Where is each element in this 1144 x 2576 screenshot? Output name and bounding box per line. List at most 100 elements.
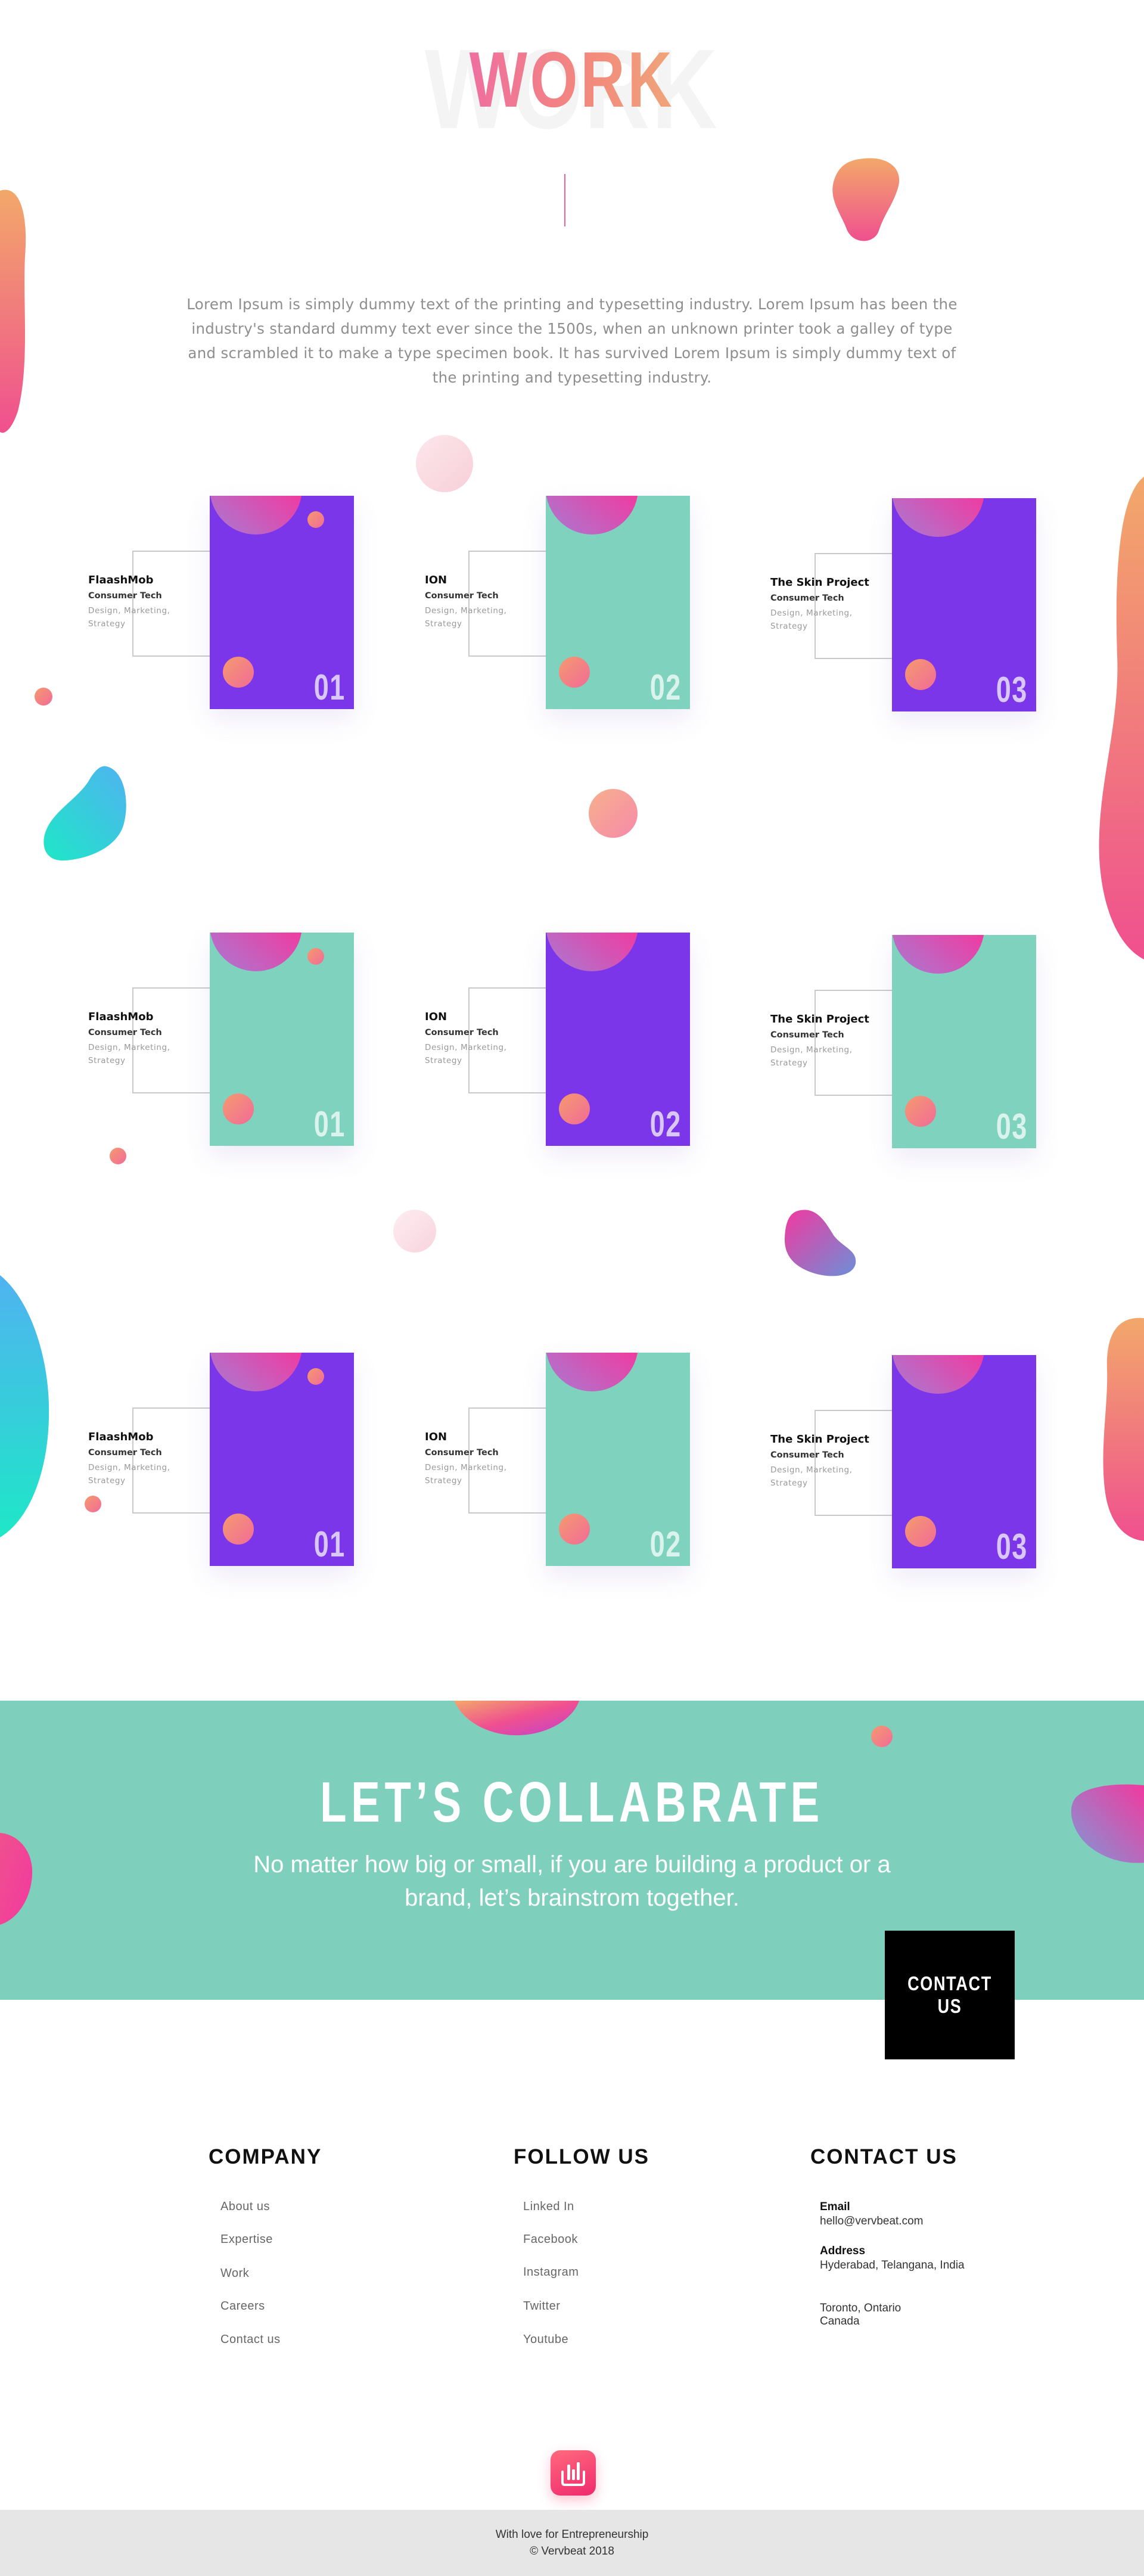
project-card[interactable]: 01 [210,496,354,709]
footer-link-instagram[interactable]: Instagram [523,2266,579,2279]
card-dot [223,657,254,688]
card-arc-shape [546,1353,638,1391]
circle-small-left-2 [110,1148,126,1164]
card-dot [905,1516,936,1547]
project-category: Consumer Tech [425,1028,499,1037]
project-name: FlaashMob [88,1431,154,1443]
footer-tagline: With love for Entrepreneurship [495,2528,649,2541]
footer-copyright: © Vervbeat 2018 [530,2545,614,2558]
card-arc-shape [892,498,984,537]
card-arc-shape [892,935,984,974]
project-number: 02 [649,667,682,707]
project-name: ION [425,1431,447,1443]
footer-contact-heading: CONTACT US [810,2145,958,2168]
blob-right-lower [1103,1317,1144,1541]
project-number: 03 [996,1527,1028,1567]
footer-link-work[interactable]: Work [220,2267,249,2280]
circle-peach-mid [589,789,638,838]
project-card[interactable]: 02 [546,933,690,1146]
blob-left-top [0,189,26,433]
collaborate-heading: LET’S COLLABRATE [320,1770,824,1834]
project-connector [132,987,210,1093]
contact-us-button[interactable]: CONTACT US [885,1931,1015,2059]
blob-collab-top [454,1701,579,1736]
project-category: Consumer Tech [88,1448,162,1458]
footer-link-expertise[interactable]: Expertise [220,2233,273,2246]
project-name: The Skin Project [770,1433,869,1446]
project-number: 02 [649,1524,682,1564]
card-dot [559,1093,590,1124]
project-services: Design, Marketing, Strategy [88,1043,170,1065]
blob-right-large [1099,477,1144,959]
card-dot [223,1514,254,1545]
circle-pink-light-1 [416,435,473,492]
footer-link-linkedin[interactable]: Linked In [523,2200,574,2214]
project-name: ION [425,574,447,586]
blob-orange-top [832,158,900,241]
project-category: Consumer Tech [425,591,499,601]
address-toronto: Toronto, Ontario Canada [820,2302,901,2328]
card-arc-shape [210,933,302,971]
footer-link-contact[interactable]: Contact us [220,2333,281,2347]
project-name: FlaashMob [88,574,154,586]
card-arc-shape [210,496,302,535]
project-connector [132,1407,210,1514]
footer-link-careers[interactable]: Careers [220,2300,265,2313]
project-card[interactable]: 02 [546,496,690,709]
project-name: ION [425,1011,447,1023]
project-services: Design, Marketing, Strategy [770,1465,853,1488]
project-number: 01 [313,667,346,707]
card-dot [905,659,936,690]
project-card[interactable]: 01 [210,933,354,1146]
project-services: Design, Marketing, Strategy [770,1045,853,1068]
footer-link-twitter[interactable]: Twitter [523,2300,560,2313]
card-arc-shape [546,933,638,971]
card-dot [223,1093,254,1124]
email-link[interactable]: hello@vervbeat.com [820,2215,923,2228]
project-number: 03 [996,670,1028,710]
project-number: 01 [313,1104,346,1144]
circle-pink-light-2 [393,1210,436,1253]
card-arc-shape [210,1353,302,1391]
card-small-dot [307,1368,324,1385]
blob-collab-left [0,1833,33,1925]
card-small-dot [307,511,324,528]
project-category: Consumer Tech [770,593,844,603]
footer-link-about[interactable]: About us [220,2200,270,2214]
project-connector [468,551,546,657]
project-services: Design, Marketing, Strategy [88,606,170,629]
email-label: Email [820,2201,850,2213]
vervbeat-logo-icon[interactable] [551,2450,596,2496]
project-card[interactable]: 03 [892,935,1036,1148]
logo-bars-icon [561,2462,585,2486]
contact-us-label: CONTACT US [907,1972,992,2017]
card-dot [559,1514,590,1545]
circle-small-left-3 [85,1496,101,1512]
address-hyderabad: Hyderabad, Telangana, India [820,2259,965,2272]
project-name: The Skin Project [770,576,869,589]
project-connector [815,1410,892,1516]
project-connector [132,551,210,657]
project-card[interactable]: 02 [546,1353,690,1566]
project-services: Design, Marketing, Strategy [425,1463,507,1486]
project-card[interactable]: 03 [892,1355,1036,1568]
intro-text: Lorem Ipsum is simply dummy text of the … [186,296,958,386]
project-connector [468,987,546,1093]
card-small-dot [307,948,324,965]
bottom-bar [0,2510,1144,2576]
project-card[interactable]: 03 [892,498,1036,711]
project-name: The Skin Project [770,1013,869,1026]
footer-link-facebook[interactable]: Facebook [523,2233,578,2246]
project-category: Consumer Tech [425,1448,499,1458]
project-connector [815,553,892,659]
project-card[interactable]: 01 [210,1353,354,1566]
project-category: Consumer Tech [88,591,162,601]
project-services: Design, Marketing, Strategy [425,1043,507,1065]
circle-small-left [35,688,52,706]
project-connector [468,1407,546,1514]
project-name: FlaashMob [88,1011,154,1023]
blob-pink-blue-mid [784,1210,856,1276]
project-number: 02 [649,1104,682,1144]
footer-link-youtube[interactable]: Youtube [523,2333,568,2347]
card-arc-shape [546,496,638,535]
